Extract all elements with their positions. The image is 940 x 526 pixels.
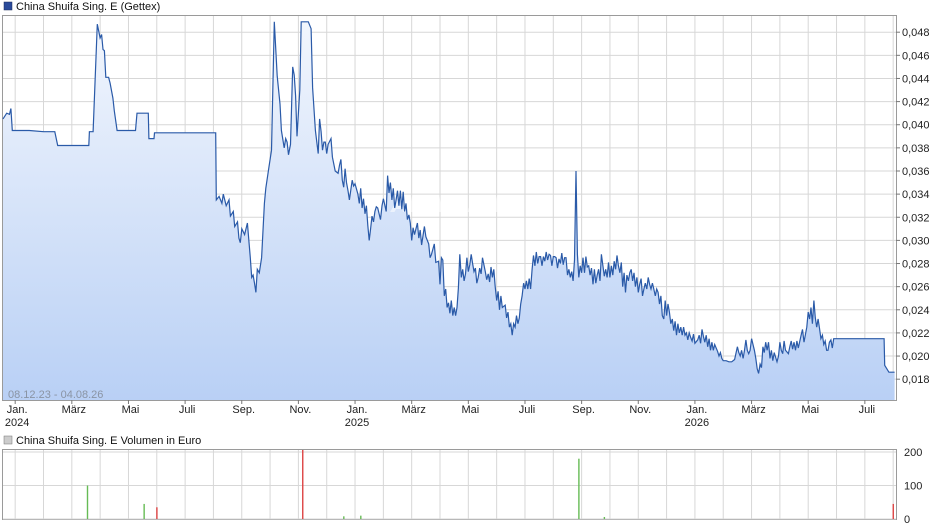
price-x-tick-label: Sep. bbox=[232, 404, 255, 416]
price-x-tick-label: März bbox=[401, 404, 425, 416]
volume-bar bbox=[156, 507, 158, 519]
price-legend-swatch bbox=[3, 1, 13, 11]
stock-chart: China Shuifa Sing. E (Gettex) ARIVA.DE 0… bbox=[2, 1, 930, 526]
price-y-tick-label: 0,048 bbox=[902, 27, 930, 39]
volume-y-axis: 0 100 200 bbox=[904, 447, 922, 526]
price-x-tick-label: Mai bbox=[801, 404, 819, 416]
price-y-tick-label: 0,026 bbox=[902, 282, 930, 294]
price-x-tick-label: Nov. bbox=[289, 404, 311, 416]
price-x-tick-label: Mai bbox=[461, 404, 479, 416]
price-y-tick-label: 0,034 bbox=[902, 189, 930, 201]
price-y-tick-label: 0,018 bbox=[902, 374, 930, 386]
price-x-tick-label: Nov. bbox=[629, 404, 651, 416]
volume-bar bbox=[302, 450, 304, 519]
volume-y-tick-label: 100 bbox=[904, 481, 922, 493]
volume-bar bbox=[86, 485, 89, 519]
price-x-tick-label: Jan. bbox=[7, 404, 28, 416]
volume-bar bbox=[360, 515, 362, 519]
price-y-tick-label: 0,036 bbox=[902, 166, 930, 178]
price-y-axis: 0,018 0,020 0,022 0,024 0,026 0,028 0,030 0,032… bbox=[896, 27, 930, 386]
volume-bar bbox=[603, 516, 606, 519]
volume-y-tick-label: 200 bbox=[904, 447, 922, 459]
price-x-tick-label: Jan. bbox=[687, 404, 708, 416]
price-y-tick-label: 0,020 bbox=[902, 351, 930, 363]
price-x-tick-label: Jan. bbox=[347, 404, 368, 416]
price-y-tick-label: 0,038 bbox=[902, 143, 930, 155]
volume-bar bbox=[892, 503, 894, 519]
volume-legend-swatch bbox=[3, 435, 13, 445]
price-x-year-label: 2026 bbox=[685, 417, 709, 429]
price-x-tick-label: Juli bbox=[179, 404, 196, 416]
price-y-tick-label: 0,032 bbox=[902, 212, 930, 224]
volume-plot-frame bbox=[2, 449, 897, 520]
price-x-tick-label: Juli bbox=[859, 404, 876, 416]
price-x-tick-label: März bbox=[741, 404, 765, 416]
price-x-year-label: 2024 bbox=[5, 417, 29, 429]
price-x-tick-label: Juli bbox=[519, 404, 536, 416]
price-x-year-label: 2025 bbox=[345, 417, 369, 429]
price-y-tick-label: 0,024 bbox=[902, 305, 930, 317]
price-x-tick-label: Sep. bbox=[572, 404, 595, 416]
price-x-tick-label: März bbox=[62, 404, 86, 416]
date-range-label: 08.12.23 - 04.08.26 bbox=[8, 389, 103, 401]
price-y-tick-label: 0,028 bbox=[902, 259, 930, 271]
volume-bar bbox=[343, 516, 345, 519]
price-y-tick-label: 0,042 bbox=[902, 97, 930, 109]
volume-bar bbox=[578, 458, 580, 519]
price-y-tick-label: 0,030 bbox=[902, 235, 930, 247]
price-x-tick-label: Mai bbox=[122, 404, 140, 416]
price-y-tick-label: 0,022 bbox=[902, 328, 930, 340]
price-legend-label: China Shuifa Sing. E (Gettex) bbox=[16, 1, 160, 13]
volume-bar bbox=[143, 503, 145, 519]
volume-y-tick-label: 0 bbox=[904, 514, 910, 526]
volume-legend-label: China Shuifa Sing. E Volumen in Euro bbox=[16, 435, 201, 447]
price-x-axis: Jan.2024März Mai Juli Sep. Nov. Jan.2025März M… bbox=[5, 400, 875, 429]
price-y-tick-label: 0,046 bbox=[902, 50, 930, 62]
price-y-tick-label: 0,040 bbox=[902, 120, 930, 132]
price-y-tick-label: 0,044 bbox=[902, 73, 930, 85]
